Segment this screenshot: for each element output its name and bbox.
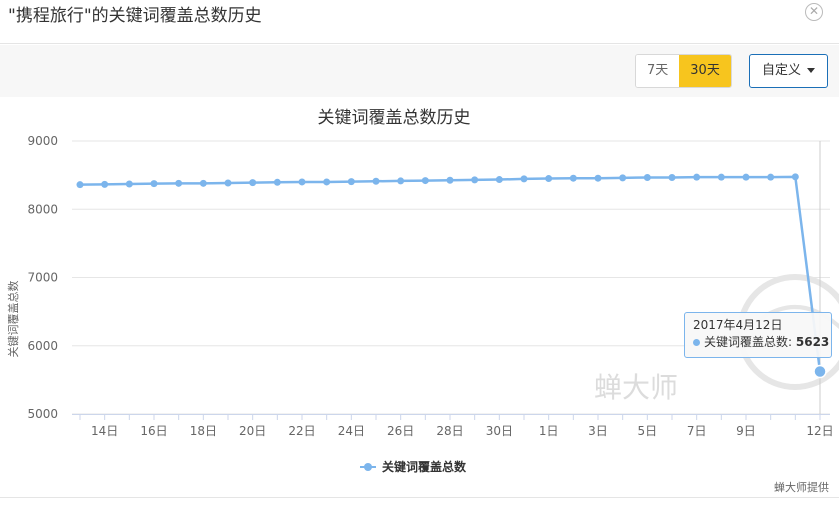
- x-tick-label: 5日: [638, 424, 658, 438]
- y-tick-label: 6000: [27, 339, 58, 353]
- highlighted-data-point[interactable]: [813, 364, 827, 379]
- data-point[interactable]: [643, 174, 651, 182]
- legend-item-label: 关键词覆盖总数: [382, 459, 467, 474]
- range-selector: 7天 30天: [635, 54, 732, 88]
- data-point[interactable]: [717, 173, 725, 181]
- data-point[interactable]: [249, 179, 257, 187]
- y-axis-label: 关键词覆盖总数: [6, 281, 20, 358]
- data-point[interactable]: [372, 177, 380, 185]
- data-point[interactable]: [298, 178, 306, 186]
- data-point[interactable]: [273, 178, 281, 186]
- data-point[interactable]: [101, 180, 109, 188]
- x-tick-label: 30日: [486, 424, 513, 438]
- data-point[interactable]: [347, 178, 355, 186]
- x-tick-label: 28日: [436, 424, 463, 438]
- data-point[interactable]: [495, 176, 503, 184]
- y-tick-label: 7000: [27, 271, 58, 285]
- watermark-text: 蝉大师: [594, 371, 678, 404]
- data-point[interactable]: [76, 181, 84, 189]
- x-tick-label: 7日: [687, 424, 707, 438]
- data-point[interactable]: [150, 180, 158, 188]
- close-icon[interactable]: ✕: [805, 3, 823, 21]
- data-point[interactable]: [125, 180, 133, 188]
- x-tick-label: 20日: [239, 424, 266, 438]
- series-dot-icon: [693, 339, 700, 346]
- data-point[interactable]: [693, 173, 701, 181]
- custom-range-dropdown[interactable]: 自定义: [749, 54, 828, 88]
- line-chart: 蝉大师 关键词覆盖总数历史 关键词覆盖总数 5000 6000 7000 8000 90…: [6, 108, 839, 474]
- dialog-header: "携程旅行"的关键词覆盖总数历史 ✕: [0, 0, 839, 44]
- custom-range-label: 自定义: [761, 63, 801, 78]
- data-point[interactable]: [199, 179, 207, 187]
- x-tick-label: 9日: [736, 424, 756, 438]
- x-tick-label: 16日: [140, 424, 167, 438]
- data-point[interactable]: [569, 174, 577, 182]
- data-point[interactable]: [224, 179, 232, 187]
- tooltip-row: 关键词覆盖总数: 5623: [693, 334, 829, 351]
- data-point[interactable]: [175, 179, 183, 187]
- x-tick-label: 12日: [806, 424, 833, 438]
- data-point[interactable]: [767, 173, 775, 181]
- data-point[interactable]: [520, 175, 528, 183]
- y-tick-label: 5000: [27, 407, 58, 421]
- footer-divider: [0, 497, 839, 498]
- x-tick-label: 26日: [387, 424, 414, 438]
- x-tick-label: 18日: [190, 424, 217, 438]
- data-point[interactable]: [397, 177, 405, 185]
- data-point[interactable]: [668, 174, 676, 182]
- chart-legend[interactable]: 关键词覆盖总数: [360, 459, 467, 474]
- data-point[interactable]: [471, 176, 479, 184]
- dialog-title: "携程旅行"的关键词覆盖总数历史: [8, 6, 262, 26]
- data-point[interactable]: [619, 174, 627, 182]
- x-tick-label: 3日: [588, 424, 608, 438]
- x-tick-label: 22日: [288, 424, 315, 438]
- tooltip-date: 2017年4月12日: [693, 318, 783, 332]
- range-30-days-button[interactable]: 30天: [679, 55, 731, 87]
- data-point[interactable]: [594, 174, 602, 182]
- chart-tooltip: 2017年4月12日 关键词覆盖总数: 5623: [684, 312, 832, 358]
- chart-title: 关键词覆盖总数历史: [318, 108, 471, 128]
- tooltip-series-label: 关键词覆盖总数:: [704, 335, 793, 349]
- chart-toolbar: 7天 30天 自定义: [0, 45, 839, 97]
- caret-down-icon: [807, 68, 815, 73]
- data-point[interactable]: [791, 173, 799, 181]
- chart-area: 蝉大师 关键词覆盖总数历史 关键词覆盖总数 5000 6000 7000 8000 90…: [0, 97, 839, 513]
- data-point[interactable]: [421, 177, 429, 185]
- chart-credit: 蝉大师提供: [774, 481, 829, 494]
- range-7-days-button[interactable]: 7天: [636, 55, 680, 87]
- data-point[interactable]: [545, 175, 553, 183]
- y-tick-label: 8000: [27, 202, 58, 216]
- data-point[interactable]: [742, 173, 750, 181]
- tooltip-value: 5623: [795, 335, 830, 349]
- data-point[interactable]: [446, 176, 454, 184]
- x-tick-label: 24日: [338, 424, 365, 438]
- data-point[interactable]: [323, 178, 331, 186]
- x-tick-label: 1日: [539, 424, 559, 438]
- y-tick-label: 9000: [27, 134, 58, 148]
- x-tick-label: 14日: [91, 424, 118, 438]
